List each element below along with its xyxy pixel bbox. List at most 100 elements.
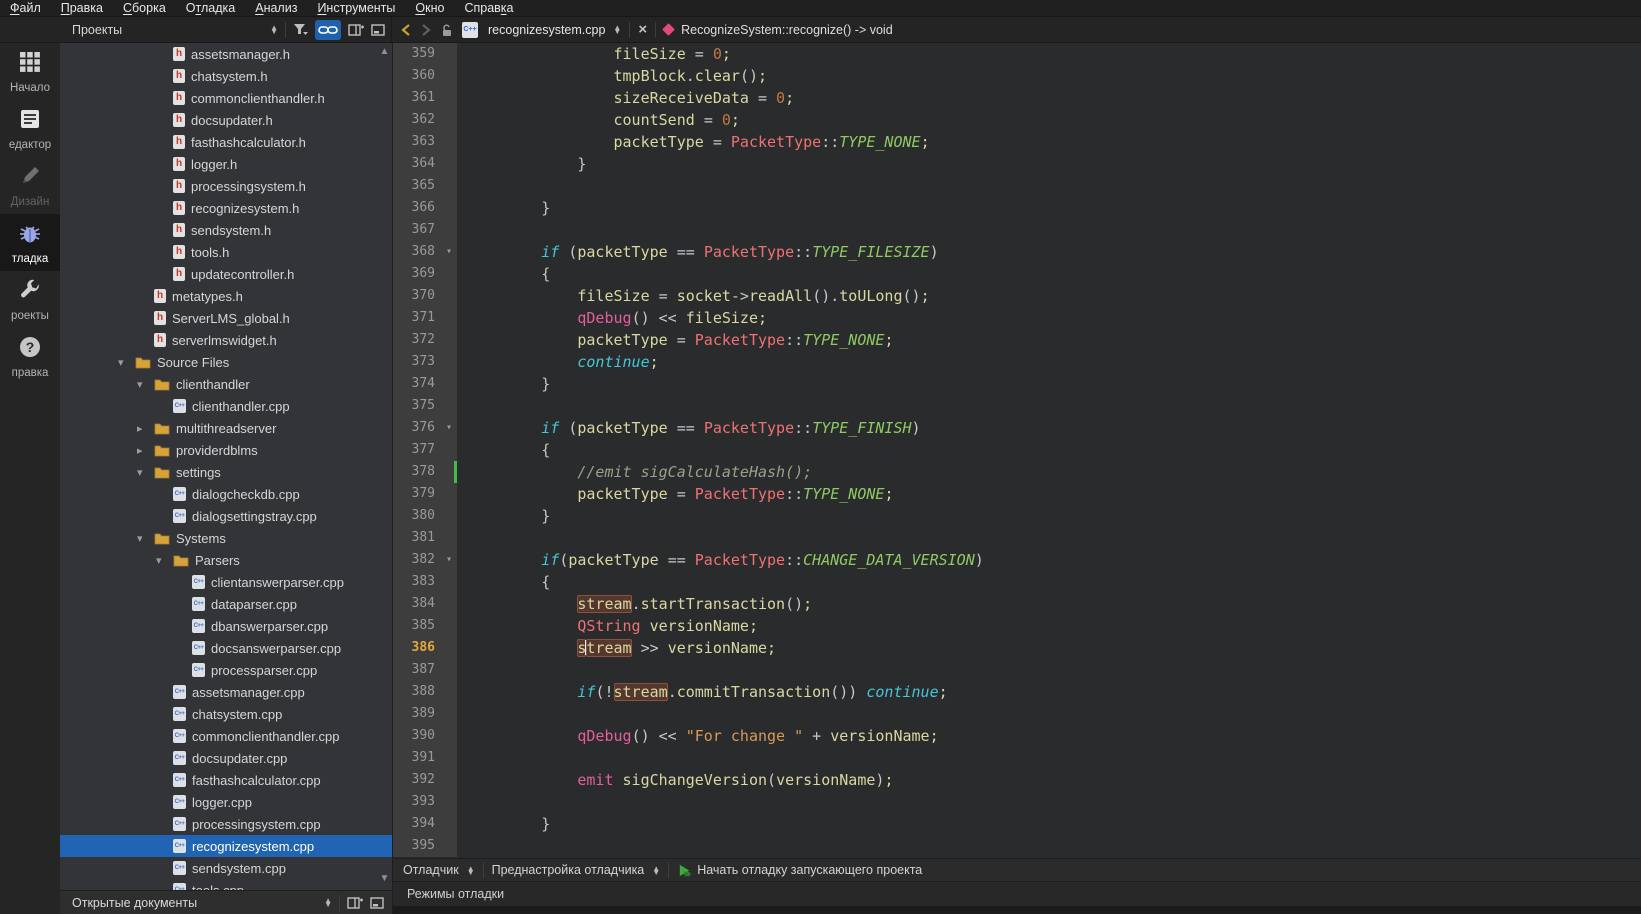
code-line-381[interactable]: 381 bbox=[393, 527, 1641, 549]
code-line-386[interactable]: 386 stream >> versionName; bbox=[393, 637, 1641, 659]
tree-item-serverlmswidget.h[interactable]: hserverlmswidget.h bbox=[60, 329, 392, 351]
line-number[interactable]: 386 bbox=[393, 637, 457, 659]
tree-item-dbanswerparser.cpp[interactable]: C++dbanswerparser.cpp bbox=[60, 615, 392, 637]
close-document-icon[interactable]: × bbox=[638, 23, 647, 37]
tree-item-processparser.cpp[interactable]: C++processparser.cpp bbox=[60, 659, 392, 681]
tree-item-updatecontroller.h[interactable]: hupdatecontroller.h bbox=[60, 263, 392, 285]
tree-item-recognizesystem.cpp[interactable]: C++recognizesystem.cpp bbox=[60, 835, 392, 857]
code-text[interactable]: { bbox=[457, 571, 1641, 593]
code-line-393[interactable]: 393 bbox=[393, 791, 1641, 813]
line-number[interactable]: 368▾ bbox=[393, 241, 457, 263]
code-text[interactable] bbox=[457, 219, 1641, 241]
filter-icon[interactable] bbox=[293, 23, 308, 36]
mode-projects[interactable]: роекты bbox=[0, 271, 60, 328]
code-text[interactable] bbox=[457, 835, 1641, 857]
code-line-361[interactable]: 361 sizeReceiveData = 0; bbox=[393, 87, 1641, 109]
tree-item-ServerLMS_global.h[interactable]: hServerLMS_global.h bbox=[60, 307, 392, 329]
code-line-372[interactable]: 372 packetType = PacketType::TYPE_NONE; bbox=[393, 329, 1641, 351]
forward-icon[interactable] bbox=[420, 23, 432, 37]
tree-item-multithreadserver[interactable]: ▸multithreadserver bbox=[60, 417, 392, 439]
code-line-370[interactable]: 370 fileSize = socket->readAll().toULong… bbox=[393, 285, 1641, 307]
line-number[interactable]: 389 bbox=[393, 703, 457, 725]
code-text[interactable]: //emit sigCalculateHash(); bbox=[457, 461, 1641, 483]
unlocked-padlock-icon[interactable] bbox=[440, 23, 454, 37]
collapsed-arrow-icon[interactable]: ▸ bbox=[137, 444, 154, 457]
line-number[interactable]: 360 bbox=[393, 65, 457, 87]
code-text[interactable] bbox=[457, 791, 1641, 813]
code-line-364[interactable]: 364 } bbox=[393, 153, 1641, 175]
tree-item-docsanswerparser.cpp[interactable]: C++docsanswerparser.cpp bbox=[60, 637, 392, 659]
code-text[interactable] bbox=[457, 395, 1641, 417]
code-text[interactable]: stream.startTransaction(); bbox=[457, 593, 1641, 615]
code-line-374[interactable]: 374 } bbox=[393, 373, 1641, 395]
code-line-387[interactable]: 387 bbox=[393, 659, 1641, 681]
link-with-editor-icon[interactable] bbox=[315, 20, 341, 40]
code-text[interactable]: if(packetType == PacketType::CHANGE_DATA… bbox=[457, 549, 1641, 571]
line-number[interactable]: 372 bbox=[393, 329, 457, 351]
panel-combo-arrows-icon[interactable]: ▲▼ bbox=[270, 25, 278, 34]
tree-item-commonclienthandler.cpp[interactable]: C++commonclienthandler.cpp bbox=[60, 725, 392, 747]
code-line-375[interactable]: 375 bbox=[393, 395, 1641, 417]
expanded-arrow-icon[interactable]: ▾ bbox=[156, 554, 173, 567]
tree-item-Systems[interactable]: ▾Systems bbox=[60, 527, 392, 549]
code-text[interactable]: tmpBlock.clear(); bbox=[457, 65, 1641, 87]
tree-item-providerdblms[interactable]: ▸providerdblms bbox=[60, 439, 392, 461]
tree-item-dialogsettingstray.cpp[interactable]: C++dialogsettingstray.cpp bbox=[60, 505, 392, 527]
tree-item-processingsystem.h[interactable]: hprocessingsystem.h bbox=[60, 175, 392, 197]
line-number[interactable]: 375 bbox=[393, 395, 457, 417]
tree-item-clientanswerparser.cpp[interactable]: C++clientanswerparser.cpp bbox=[60, 571, 392, 593]
combo-arrows-icon[interactable]: ▲▼ bbox=[652, 866, 660, 875]
open-document-name[interactable]: recognizesystem.cpp bbox=[488, 23, 605, 37]
line-number[interactable]: 390 bbox=[393, 725, 457, 747]
code-text[interactable]: countSend = 0; bbox=[457, 109, 1641, 131]
code-line-369[interactable]: 369 { bbox=[393, 263, 1641, 285]
code-line-395[interactable]: 395 bbox=[393, 835, 1641, 857]
scroll-down-icon[interactable]: ▼ bbox=[378, 873, 391, 884]
tree-item-tools.h[interactable]: htools.h bbox=[60, 241, 392, 263]
line-number[interactable]: 379 bbox=[393, 483, 457, 505]
line-number[interactable]: 377 bbox=[393, 439, 457, 461]
hide-panel-icon[interactable] bbox=[371, 24, 385, 36]
code-text[interactable]: { bbox=[457, 439, 1641, 461]
line-number[interactable]: 388 bbox=[393, 681, 457, 703]
code-line-365[interactable]: 365 bbox=[393, 175, 1641, 197]
code-line-394[interactable]: 394 } bbox=[393, 813, 1641, 835]
menu-item-4[interactable]: Анализ bbox=[245, 0, 307, 17]
line-number[interactable]: 359 bbox=[393, 43, 457, 65]
open-documents-title[interactable]: Открытые документы bbox=[72, 896, 197, 910]
code-text[interactable]: if (packetType == PacketType::TYPE_FINIS… bbox=[457, 417, 1641, 439]
code-line-368[interactable]: 368▾ if (packetType == PacketType::TYPE_… bbox=[393, 241, 1641, 263]
tree-item-fasthashcalculator.cpp[interactable]: C++fasthashcalculator.cpp bbox=[60, 769, 392, 791]
scroll-up-icon[interactable]: ▲ bbox=[378, 46, 391, 57]
menu-item-6[interactable]: Окно bbox=[405, 0, 454, 17]
code-line-377[interactable]: 377 { bbox=[393, 439, 1641, 461]
code-text[interactable]: qDebug() << fileSize; bbox=[457, 307, 1641, 329]
code-text[interactable]: packetType = PacketType::TYPE_NONE; bbox=[457, 131, 1641, 153]
tree-item-docsupdater.cpp[interactable]: C++docsupdater.cpp bbox=[60, 747, 392, 769]
projects-panel-title[interactable]: Проекты bbox=[72, 23, 122, 37]
code-line-392[interactable]: 392 emit sigChangeVersion(versionName); bbox=[393, 769, 1641, 791]
menu-item-1[interactable]: Правка bbox=[51, 0, 113, 17]
code-text[interactable] bbox=[457, 747, 1641, 769]
code-text[interactable]: sizeReceiveData = 0; bbox=[457, 87, 1641, 109]
mode-debug[interactable]: тладка bbox=[0, 214, 60, 271]
code-line-380[interactable]: 380 } bbox=[393, 505, 1641, 527]
code-text[interactable]: { bbox=[457, 263, 1641, 285]
start-debugging-icon[interactable] bbox=[677, 863, 692, 878]
code-text[interactable]: packetType = PacketType::TYPE_NONE; bbox=[457, 329, 1641, 351]
code-text[interactable]: } bbox=[457, 373, 1641, 395]
current-symbol-label[interactable]: RecognizeSystem::recognize() -> void bbox=[681, 23, 893, 37]
code-text[interactable]: emit sigChangeVersion(versionName); bbox=[457, 769, 1641, 791]
mode-help[interactable]: ? правка bbox=[0, 328, 60, 385]
tree-item-assetsmanager.cpp[interactable]: C++assetsmanager.cpp bbox=[60, 681, 392, 703]
line-number[interactable]: 391 bbox=[393, 747, 457, 769]
tree-item-Parsers[interactable]: ▾Parsers bbox=[60, 549, 392, 571]
code-line-367[interactable]: 367 bbox=[393, 219, 1641, 241]
tree-item-Source Files[interactable]: ▾Source Files bbox=[60, 351, 392, 373]
line-number[interactable]: 361 bbox=[393, 87, 457, 109]
menu-item-5[interactable]: Инструменты bbox=[307, 0, 405, 17]
code-text[interactable] bbox=[457, 659, 1641, 681]
code-text[interactable]: QString versionName; bbox=[457, 615, 1641, 637]
tree-item-logger.cpp[interactable]: C++logger.cpp bbox=[60, 791, 392, 813]
line-number[interactable]: 394 bbox=[393, 813, 457, 835]
